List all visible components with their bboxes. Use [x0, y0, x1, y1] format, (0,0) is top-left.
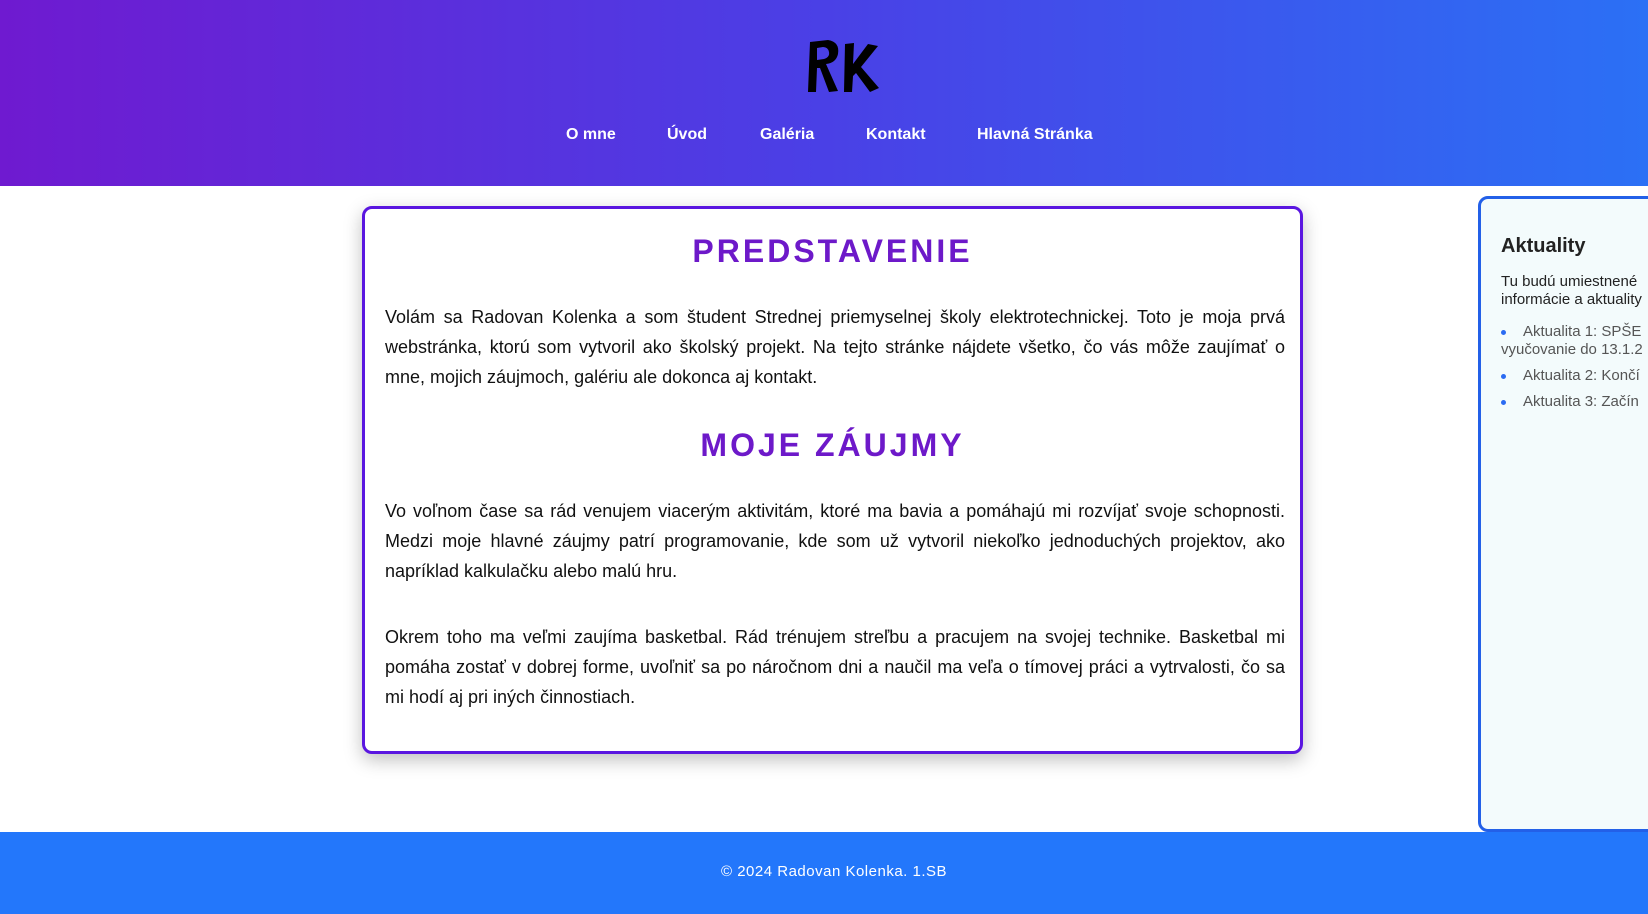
main-content-box: PREDSTAVENIE Volám sa Radovan Kolenka a …: [362, 206, 1303, 754]
news-item: Aktualita 3: Začín: [1501, 393, 1648, 411]
intro-paragraph: Volám sa Radovan Kolenka a som študent S…: [385, 307, 1285, 387]
news-item-text: vyučovanie do 13.1.2: [1501, 341, 1643, 358]
sidebar-intro: Tu budú umiestnené informácie a aktualit…: [1501, 273, 1648, 309]
sidebar-intro-line: Tu budú umiestnené: [1501, 273, 1638, 290]
site-footer: © 2024 Radovan Kolenka. 1.SB: [0, 832, 1648, 914]
nav-link-kontakt[interactable]: Kontakt: [866, 126, 926, 144]
news-item-text: Aktualita 3: Začín: [1523, 393, 1639, 410]
news-list: Aktualita 1: SPŠE vyučovanie do 13.1.2 A…: [1501, 323, 1648, 419]
footer-copyright: © 2024 Radovan Kolenka. 1.SB: [720, 863, 948, 880]
news-item: Aktualita 1: SPŠE vyučovanie do 13.1.2: [1501, 323, 1648, 359]
news-item-text: Aktualita 2: Končí: [1523, 367, 1640, 384]
interests-paragraph-1: Vo voľnom čase sa rád venujem viacerým a…: [385, 501, 1285, 581]
nav-link-uvod[interactable]: Úvod: [667, 126, 707, 144]
news-sidebar: Aktuality Tu budú umiestnené informácie …: [1478, 196, 1648, 832]
nav-link-galeria[interactable]: Galéria: [760, 126, 814, 144]
site-header: O mne Úvod Galéria Kontakt Hlavná Stránk…: [0, 0, 1648, 186]
site-logo[interactable]: [804, 36, 880, 94]
sidebar-intro-line: informácie a aktuality: [1501, 291, 1642, 308]
nav-link-hlavna-stranka[interactable]: Hlavná Stránka: [977, 126, 1093, 144]
interests-paragraph-2: Okrem toho ma veľmi zaujíma basketbal. R…: [385, 627, 1285, 707]
section-title-moje-zaujmy: MOJE ZÁUJMY: [700, 427, 965, 463]
news-item-text: Aktualita 1: SPŠE: [1523, 323, 1642, 340]
section-title-predstavenie: PREDSTAVENIE: [692, 233, 973, 269]
news-item: Aktualita 2: Končí: [1501, 367, 1648, 385]
nav-link-o-mne[interactable]: O mne: [566, 126, 616, 144]
main-nav: O mne Úvod Galéria Kontakt Hlavná Stránk…: [0, 126, 1648, 156]
sidebar-title: Aktuality: [1501, 235, 1586, 257]
